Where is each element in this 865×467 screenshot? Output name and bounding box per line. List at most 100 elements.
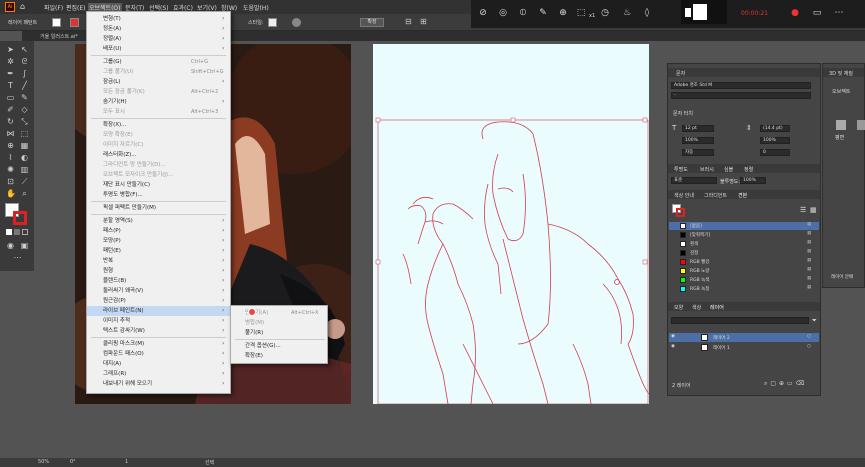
shaper-tool-icon[interactable]: ✐ — [6, 105, 15, 114]
menu-file[interactable]: 파일(F) — [44, 3, 63, 12]
swatch-row[interactable]: RGB 녹청 ▦ — [669, 285, 819, 293]
timer-icon[interactable]: ◷ — [599, 7, 611, 19]
blend-mode-select[interactable]: 표준 — [671, 177, 717, 184]
tab-swatches[interactable]: 견본 — [738, 192, 747, 199]
free-transform-icon[interactable]: ⬚ — [20, 129, 29, 138]
object-menu-item[interactable]: 대지(A) › — [87, 359, 230, 369]
rotate-tool-icon[interactable]: ↻ — [6, 117, 15, 126]
layer-name[interactable]: 레이어 1 — [713, 345, 730, 351]
none-mode-icon[interactable] — [22, 229, 28, 235]
leading-field[interactable]: (14.4 pt) — [760, 125, 790, 132]
tab-gradient[interactable]: 그라디언트 — [704, 192, 727, 199]
horizontal-scale-field[interactable]: 100% — [760, 137, 790, 144]
object-menu-item[interactable]: 내보내기 위해 모으기 › — [87, 379, 230, 389]
magnifier-icon[interactable]: ⊕ — [557, 7, 569, 19]
swatch-stroke-indicator[interactable] — [676, 208, 685, 217]
artboard-number[interactable]: 1 — [125, 459, 128, 465]
visibility-eye-icon[interactable]: ◉ — [671, 334, 675, 339]
target-circle-icon[interactable]: ○ — [807, 334, 811, 339]
tab-color-guide[interactable]: 색상 안내 — [674, 192, 694, 199]
curvature-tool-icon[interactable]: ∫ — [20, 69, 29, 78]
layer-name[interactable]: 레이어 2 — [713, 335, 730, 341]
ink-drop-icon[interactable]: ♨ — [621, 7, 633, 19]
recording-preview[interactable] — [681, 0, 727, 24]
swatch-row[interactable]: RGB 녹색 ▦ — [669, 276, 819, 284]
stroke-swatch[interactable] — [70, 18, 79, 27]
kerning-field[interactable]: 자동 — [682, 149, 714, 156]
rectangle-tool-icon[interactable]: ▭ — [6, 93, 15, 102]
record-icon[interactable]: ◎ — [497, 7, 509, 19]
magic-wand-icon[interactable]: ✲ — [6, 57, 15, 66]
eraser-tool-icon[interactable]: ◇ — [20, 105, 29, 114]
screen-mode-icon[interactable]: ▣ — [20, 241, 29, 250]
object-menu-item[interactable]: 둘러싸기 왜곡(V) › — [87, 286, 230, 296]
object-menu-item[interactable]: 블렌드(B) › — [87, 276, 230, 286]
plane-icon[interactable] — [836, 120, 846, 130]
width-tool-icon[interactable]: ⋈ — [6, 129, 15, 138]
camera-icon[interactable]: ▭ — [811, 7, 823, 19]
zoom-select-icon[interactable]: ⬚ — [575, 7, 587, 19]
mic-icon[interactable]: ◊ — [641, 7, 653, 19]
object-menu-item[interactable]: 변형(T) › — [87, 14, 230, 24]
font-style-field[interactable]: - — [671, 92, 811, 99]
more-tools-icon[interactable]: ⋯ — [13, 253, 22, 262]
object-menu-item[interactable]: 재단 표시 만들기(C) — [87, 180, 230, 190]
submenu-item[interactable]: 간격 옵션(G)... — [231, 341, 327, 351]
type-tool-icon[interactable]: T — [6, 81, 15, 90]
object-menu-item[interactable]: 원형 › — [87, 266, 230, 276]
gradient-mode-icon[interactable] — [14, 229, 20, 235]
slice-tool-icon[interactable]: ⟋ — [20, 177, 29, 186]
object-menu-item[interactable]: 컴파운드 패스(O) › — [87, 349, 230, 359]
object-menu-item[interactable]: 확장(X)... — [87, 120, 230, 130]
swatch-row[interactable]: 흰색 ▦ — [669, 240, 819, 248]
document-tab[interactable]: 거울 일러스트.ai* — [40, 33, 78, 40]
font-family-field[interactable]: Adobe 명조 Std M — [671, 82, 811, 89]
object-menu-item[interactable]: 패스(P) › — [87, 226, 230, 236]
eyedropper-icon[interactable]: ⌇ — [6, 153, 15, 162]
object-menu-item[interactable]: 정렬(A) › — [87, 34, 230, 44]
swatch-row[interactable]: 검정 ▦ — [669, 249, 819, 257]
filter-icon[interactable]: ⏷ — [812, 317, 817, 325]
swatch-row[interactable]: [없음] ▦ — [669, 222, 819, 230]
extrude-icon[interactable] — [857, 120, 865, 130]
shape-builder-icon[interactable]: ⊕ — [6, 141, 15, 150]
record-stop-icon[interactable]: ⊘ — [477, 7, 489, 19]
object-menu-item[interactable]: 픽셀 퍼펙트 만들기(M) — [87, 203, 230, 213]
layer-search-field[interactable] — [671, 317, 809, 324]
color-mode-icon[interactable] — [6, 229, 12, 235]
artboard-tool-icon[interactable]: ⊡ — [6, 177, 15, 186]
object-menu-item[interactable]: 분할 영역(S) › — [87, 216, 230, 226]
zoom-field[interactable]: 50% — [38, 459, 49, 465]
layer-row[interactable]: ◉ 레이어 1 ○ — [669, 343, 819, 352]
zoom-tool-icon[interactable]: ⌕ — [20, 189, 29, 198]
pen-draw-icon[interactable]: ✎ — [537, 7, 549, 19]
object-menu-item[interactable]: 원근감(P) › — [87, 296, 230, 306]
align-icon[interactable]: ⊟ — [405, 17, 415, 27]
object-menu-item[interactable]: 텍스트 감싸기(W) › — [87, 326, 230, 336]
tab-symbols[interactable]: 심볼 — [724, 166, 733, 173]
fill-swatch[interactable] — [52, 18, 61, 27]
tracking-field[interactable]: 0 — [760, 149, 790, 156]
object-menu-item[interactable]: 래스터화(Z)... — [87, 150, 230, 160]
tab-color[interactable]: 색상 — [692, 304, 701, 311]
symbol-sprayer-icon[interactable]: ✺ — [6, 165, 15, 174]
line-tool-icon[interactable]: ╱ — [20, 81, 29, 90]
vertical-scale-field[interactable]: 100% — [682, 137, 714, 144]
tab-layers[interactable]: 레이어 — [710, 304, 724, 311]
transform-icon[interactable]: ⊞ — [420, 17, 430, 27]
stroke-color-box[interactable] — [13, 211, 27, 225]
object-menu-item[interactable]: 클리핑 마스크(M) › — [87, 339, 230, 349]
object-menu-item[interactable]: 숨기기(H) › — [87, 97, 230, 107]
menu-help[interactable]: 도움말(H) — [243, 3, 269, 12]
object-menu-item[interactable]: 패턴(E) › — [87, 246, 230, 256]
tab-appearance[interactable]: 모양 — [674, 304, 683, 311]
menu-edit[interactable]: 편집(E) — [66, 3, 86, 12]
grid-view-icon[interactable]: ▦ — [810, 206, 818, 214]
lasso-icon[interactable]: ᘓ — [20, 57, 29, 66]
layer-row[interactable]: ◉ 레이어 2 ○ — [669, 333, 819, 342]
selection-tool-icon[interactable]: ➤ — [6, 45, 15, 54]
object-menu-item[interactable]: 반복 › — [87, 256, 230, 266]
object-menu-item[interactable]: 잠금(L) › — [87, 77, 230, 87]
text-touch-label[interactable]: 문자 터치 — [673, 110, 693, 117]
tab-transparency[interactable]: 투명도 — [674, 166, 688, 173]
